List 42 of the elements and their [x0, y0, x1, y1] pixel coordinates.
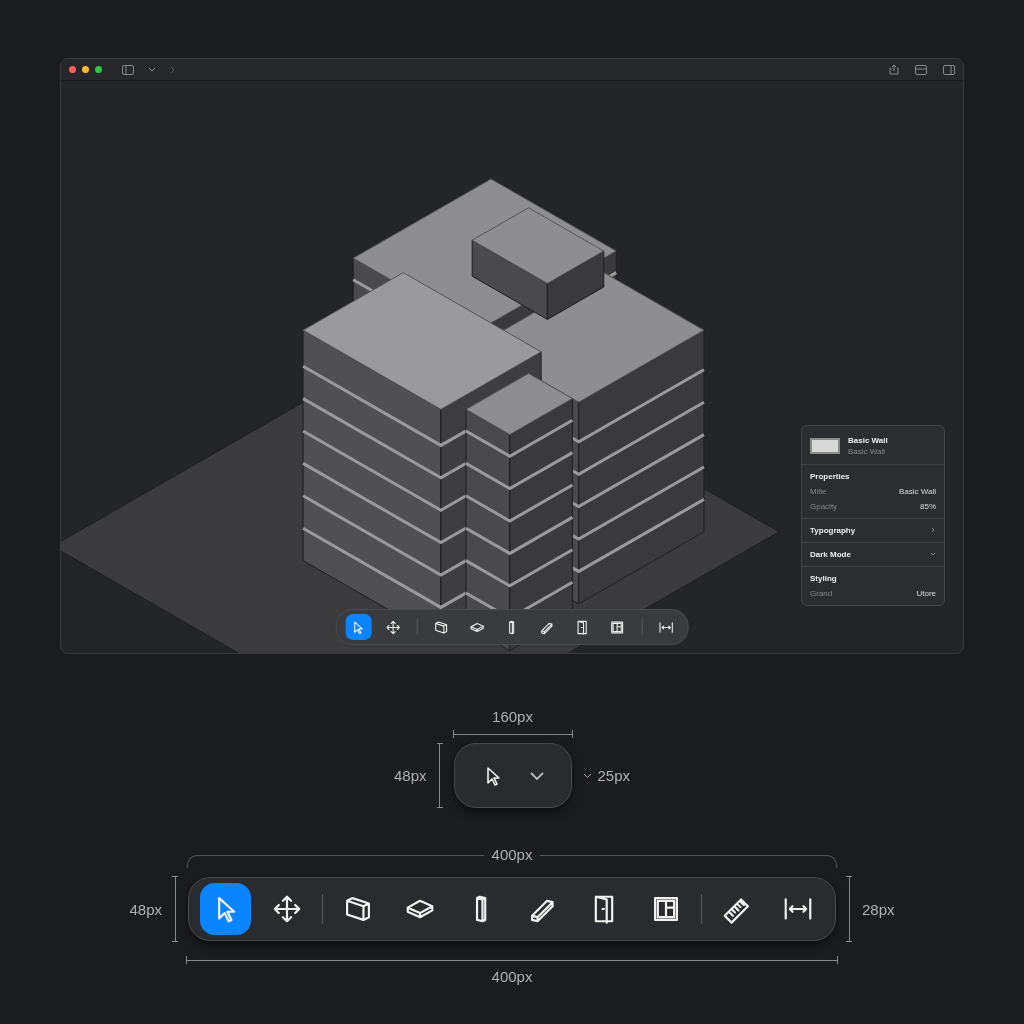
property-value: Utore: [916, 589, 936, 598]
select-tool-button[interactable]: [345, 614, 372, 640]
dimension-label: 48px: [393, 767, 427, 784]
chevron-down-icon: [528, 770, 545, 781]
move-arrows-icon: [272, 894, 303, 924]
column-icon: [475, 894, 488, 924]
tabs-icon[interactable]: [915, 64, 927, 75]
dimension-label: 25px: [597, 767, 631, 784]
move-arrows-icon: [385, 619, 401, 635]
dimension-label: 28px: [862, 900, 895, 918]
select-tool-button[interactable]: [200, 883, 252, 935]
sidebar-icon[interactable]: [122, 64, 134, 75]
wall-icon: [343, 894, 373, 924]
property-label: Mille: [810, 487, 827, 496]
close-button[interactable]: [69, 66, 76, 73]
section-heading[interactable]: Dark Mode: [810, 550, 851, 559]
property-value: 85%: [920, 502, 936, 511]
dimension-label: 48px: [129, 900, 162, 918]
property-value: Basic Wall: [898, 487, 936, 496]
panel-subtitle: Basic Wall: [848, 447, 887, 456]
section-heading: Styling: [810, 574, 837, 583]
dimension-label: 400px: [491, 968, 533, 985]
property-label: Gpacity: [810, 502, 838, 511]
door-icon: [574, 619, 590, 635]
inspector-icon[interactable]: [943, 64, 955, 75]
wall-swatch: [810, 438, 840, 454]
chevron-down-icon: [582, 772, 592, 779]
share-icon[interactable]: [889, 64, 899, 75]
property-label: Grand: [810, 589, 833, 598]
minimize-button[interactable]: [82, 66, 89, 73]
chevron-down-icon[interactable]: [148, 66, 156, 73]
wall-icon: [434, 619, 450, 635]
section-heading: Properties: [810, 472, 850, 481]
chevron-icon: [930, 527, 936, 533]
window-icon: [610, 619, 626, 635]
panel-title: Basic Wall: [848, 436, 888, 445]
chevron-icon: [930, 551, 936, 557]
dimension-icon: [658, 619, 674, 635]
section-heading[interactable]: Typography: [810, 526, 856, 535]
dimension-label: 160px: [492, 708, 533, 725]
zoom-button[interactable]: [95, 66, 102, 73]
column-icon: [508, 619, 516, 635]
